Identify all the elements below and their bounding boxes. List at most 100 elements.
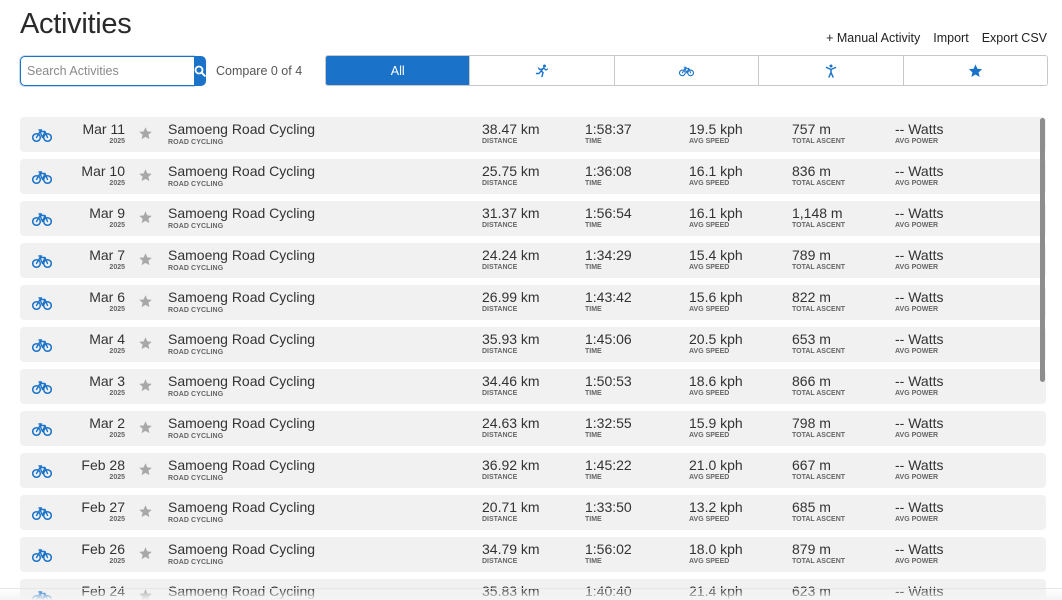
export-csv-link[interactable]: Export CSV [982,31,1047,45]
time-label: TIME [585,306,602,313]
filter-tab-other[interactable] [758,56,903,85]
activity-row[interactable]: Feb 27 2025 Samoeng Road Cycling ROAD CY… [20,495,1046,530]
filter-tab-favorites[interactable] [902,56,1047,85]
bike-icon [32,507,52,521]
distance-label: DISTANCE [482,222,518,229]
distance-stat: 36.92 km DISTANCE [482,457,540,481]
activity-year: 2025 [109,306,125,313]
power-label: AVG POWER [895,558,939,565]
speed-stat: 15.4 kph AVG SPEED [689,247,743,271]
favorite-star-icon[interactable] [138,378,153,393]
favorite-star-icon[interactable] [138,336,153,351]
distance-stat: 24.24 km DISTANCE [482,247,540,271]
time-value: 1:36:08 [585,163,632,179]
activity-date: Feb 28 [81,457,125,473]
speed-label: AVG SPEED [689,222,730,229]
favorite-star-icon[interactable] [138,294,153,309]
speed-value: 15.9 kph [689,415,743,431]
filter-tab-cycling[interactable] [613,56,759,85]
time-label: TIME [585,474,602,481]
activity-row[interactable]: Mar 11 2025 Samoeng Road Cycling ROAD CY… [20,117,1046,152]
activity-row[interactable]: Mar 4 2025 Samoeng Road Cycling ROAD CYC… [20,327,1046,362]
activity-name[interactable]: Samoeng Road Cycling [168,289,315,305]
manual-activity-link[interactable]: + Manual Activity [826,31,920,45]
ascent-label: TOTAL ASCENT [792,138,846,145]
favorite-star-icon[interactable] [138,252,153,267]
distance-stat: 34.46 km DISTANCE [482,373,540,397]
search-button[interactable] [194,56,206,86]
scrollbar[interactable] [1040,118,1045,382]
favorite-star-icon[interactable] [138,420,153,435]
speed-stat: 19.5 kph AVG SPEED [689,121,743,145]
activity-name[interactable]: Samoeng Road Cycling [168,205,315,221]
power-stat: -- Watts AVG POWER [895,121,943,145]
filter-tab-all[interactable]: All [326,56,470,85]
power-label: AVG POWER [895,306,939,313]
search-input[interactable] [20,56,194,86]
activity-name[interactable]: Samoeng Road Cycling [168,415,315,431]
favorite-star-icon[interactable] [138,504,153,519]
speed-label: AVG SPEED [689,390,730,397]
activity-row[interactable]: Mar 7 2025 Samoeng Road Cycling ROAD CYC… [20,243,1046,278]
ascent-value: 789 m [792,247,831,263]
speed-value: 20.5 kph [689,331,743,347]
activity-name[interactable]: Samoeng Road Cycling [168,499,315,515]
activity-name[interactable]: Samoeng Road Cycling [168,457,315,473]
distance-label: DISTANCE [482,558,518,565]
speed-stat: 18.6 kph AVG SPEED [689,373,743,397]
activity-name[interactable]: Samoeng Road Cycling [168,541,315,557]
filter-tab-running[interactable] [469,56,614,85]
activity-date: Mar 2 [89,415,125,431]
activity-row[interactable]: Mar 3 2025 Samoeng Road Cycling ROAD CYC… [20,369,1046,404]
speed-label: AVG SPEED [689,474,730,481]
activity-row[interactable]: Mar 10 2025 Samoeng Road Cycling ROAD CY… [20,159,1046,194]
distance-value: 24.24 km [482,247,540,263]
activity-name[interactable]: Samoeng Road Cycling [168,163,315,179]
favorite-star-icon[interactable] [138,168,153,183]
activity-name[interactable]: Samoeng Road Cycling [168,373,315,389]
compare-label[interactable]: Compare 0 of 4 [216,64,302,78]
time-value: 1:50:53 [585,373,632,389]
import-link[interactable]: Import [933,31,968,45]
time-stat: 1:36:08 TIME [585,163,632,187]
activity-row[interactable]: Mar 6 2025 Samoeng Road Cycling ROAD CYC… [20,285,1046,320]
favorite-star-icon[interactable] [138,210,153,225]
activity-row[interactable]: Mar 9 2025 Samoeng Road Cycling ROAD CYC… [20,201,1046,236]
power-stat: -- Watts AVG POWER [895,499,943,523]
power-value: -- Watts [895,205,944,221]
time-stat: 1:32:55 TIME [585,415,632,439]
ascent-stat: 822 m TOTAL ASCENT [792,289,845,313]
favorite-star-icon[interactable] [138,546,153,561]
favorite-star-icon[interactable] [138,462,153,477]
power-value: -- Watts [895,163,944,179]
bike-icon [32,213,52,227]
activity-row[interactable]: Mar 2 2025 Samoeng Road Cycling ROAD CYC… [20,411,1046,446]
activity-row[interactable]: Feb 26 2025 Samoeng Road Cycling ROAD CY… [20,537,1046,572]
bike-icon [32,171,52,185]
activity-type: ROAD CYCLING [168,265,224,272]
activity-name[interactable]: Samoeng Road Cycling [168,121,315,137]
power-stat: -- Watts AVG POWER [895,373,943,397]
power-label: AVG POWER [895,138,939,145]
search-icon [194,65,206,77]
ascent-value: 757 m [792,121,831,137]
activity-row[interactable]: Feb 28 2025 Samoeng Road Cycling ROAD CY… [20,453,1046,488]
time-stat: 1:58:37 TIME [585,121,632,145]
distance-value: 35.93 km [482,331,540,347]
speed-value: 21.0 kph [689,457,743,473]
favorite-star-icon[interactable] [138,126,153,141]
speed-stat: 16.1 kph AVG SPEED [689,205,743,229]
time-value: 1:45:06 [585,331,632,347]
activity-date: Mar 4 [89,331,125,347]
activity-name[interactable]: Samoeng Road Cycling [168,247,315,263]
activity-type: ROAD CYCLING [168,181,224,188]
ascent-value: 667 m [792,457,831,473]
activity-name[interactable]: Samoeng Road Cycling [168,331,315,347]
distance-value: 34.79 km [482,541,540,557]
ascent-value: 1,148 m [792,205,843,221]
speed-value: 15.6 kph [689,289,743,305]
power-value: -- Watts [895,457,944,473]
time-label: TIME [585,180,602,187]
time-value: 1:45:22 [585,457,632,473]
ascent-stat: 866 m TOTAL ASCENT [792,373,845,397]
